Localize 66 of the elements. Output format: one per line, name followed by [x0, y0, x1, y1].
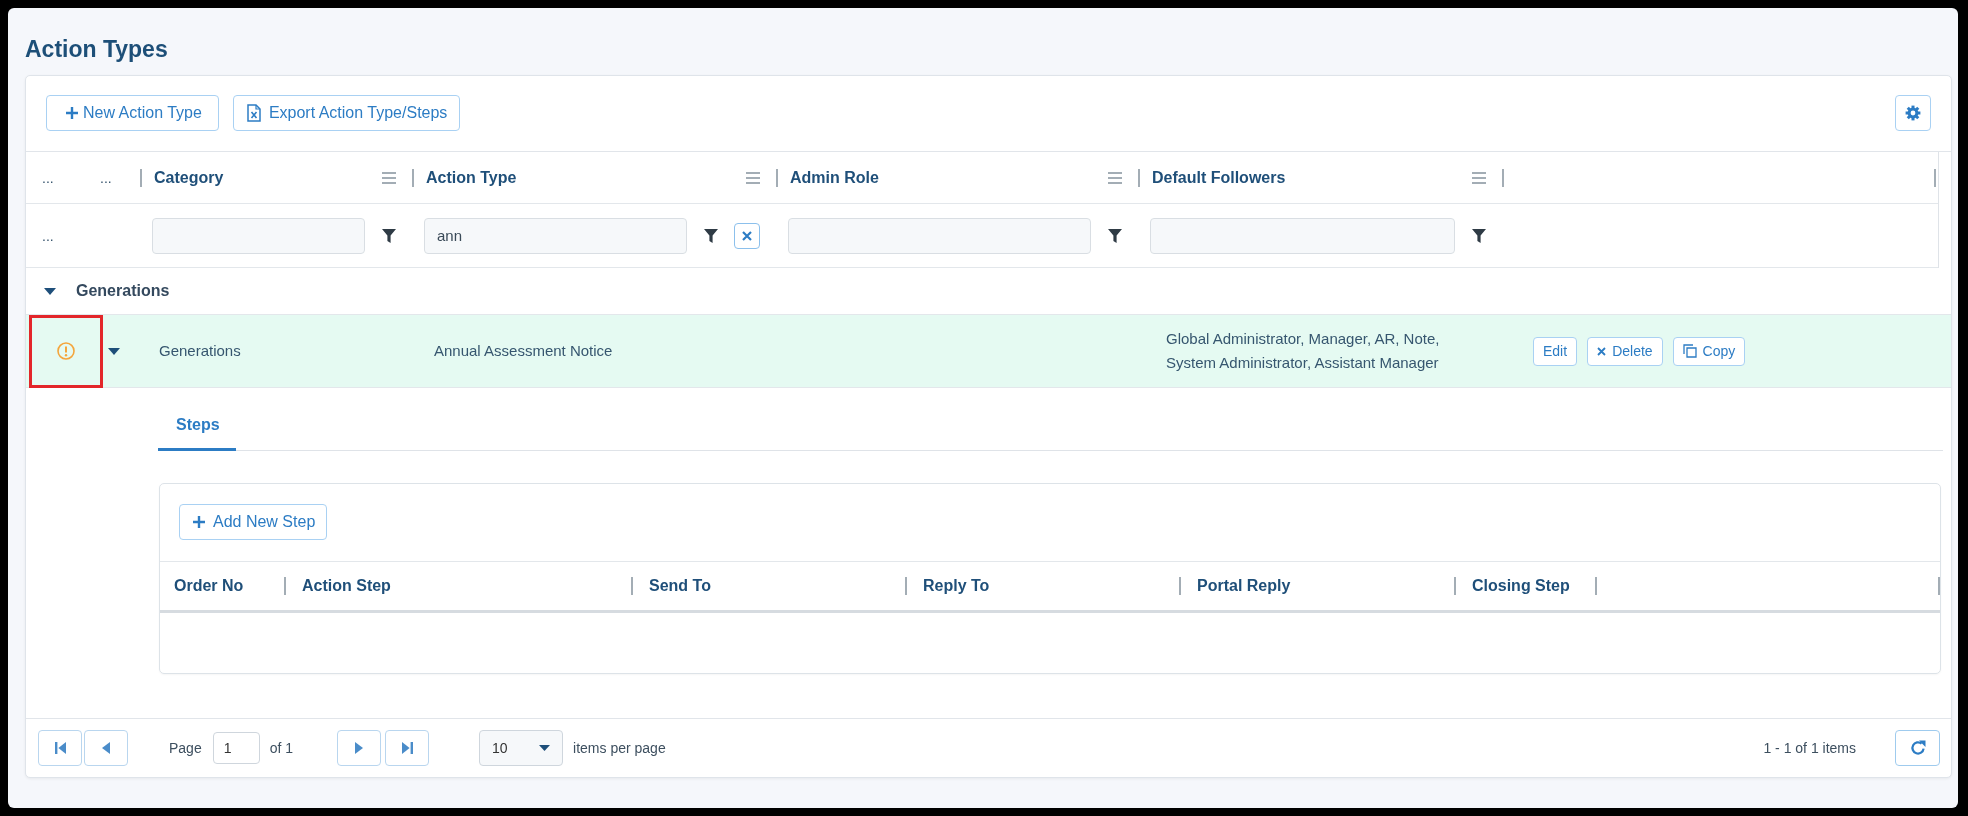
tab[interactable]: Steps — [158, 388, 236, 451]
export-button[interactable]: Export Action Type/Steps — [232, 95, 461, 131]
copy-icon — [1682, 344, 1697, 358]
menu-icon[interactable] — [382, 171, 396, 184]
caret-down-icon[interactable] — [108, 347, 120, 355]
last-page-icon — [401, 742, 413, 754]
filter-icon[interactable] — [1108, 228, 1122, 243]
first-page-icon — [54, 742, 66, 754]
column-header[interactable]: Action Type — [426, 168, 517, 187]
column-header[interactable]: Reply To — [923, 577, 990, 595]
delete-button[interactable]: Delete — [1587, 336, 1663, 366]
page-size-label: items per page — [573, 740, 666, 756]
filter-input[interactable] — [788, 217, 1091, 254]
filter-input[interactable]: ann — [424, 217, 687, 254]
filter-input[interactable] — [1150, 217, 1455, 254]
column-header[interactable]: Send To — [649, 577, 711, 595]
filter-icon[interactable] — [704, 228, 718, 243]
new-action-type-button[interactable]: New Action Type — [46, 95, 219, 131]
last-page-button[interactable] — [385, 730, 430, 766]
table-row[interactable]: Generations Annual Assessment Notice Global Administrator, Manager, AR, Note, System Administrator, Assistant Manager Edit Delete Copy — [26, 315, 1951, 388]
settings-icon — [1905, 105, 1921, 121]
copy-button[interactable]: Copy — [1672, 336, 1746, 366]
menu-icon[interactable] — [746, 171, 760, 184]
page-label: Page — [169, 740, 202, 756]
refresh-icon — [1909, 740, 1926, 756]
table-cell-text: Generations — [159, 341, 241, 361]
column-header[interactable]: Portal Reply — [1197, 577, 1291, 595]
column-header[interactable]: ... — [100, 169, 112, 186]
plus-icon — [66, 107, 78, 119]
group-label: Generations — [76, 282, 170, 300]
table-cell-text: Global Administrator, Manager, AR, Note, System Administrator, Assistant Manager — [1166, 329, 1441, 373]
page-size-dropdown[interactable]: 10 — [479, 730, 564, 766]
refresh-button[interactable] — [1895, 730, 1940, 766]
menu-icon[interactable] — [1472, 171, 1486, 184]
clear-filter-button[interactable] — [734, 222, 760, 249]
caret-down-icon[interactable] — [44, 287, 56, 295]
filter-icon[interactable] — [382, 228, 396, 243]
pager-info: 1 - 1 of 1 items — [1763, 740, 1856, 756]
table-cell-text: Annual Assessment Notice — [434, 341, 613, 361]
previous-page-icon — [102, 742, 110, 754]
filter-row-label: ... — [42, 227, 54, 244]
edit-button[interactable]: Edit — [1533, 336, 1578, 366]
close-icon — [1597, 346, 1607, 356]
column-header[interactable]: Default Followers — [1152, 168, 1286, 187]
document-icon — [246, 104, 261, 122]
next-page-button[interactable] — [337, 730, 382, 766]
page-count-label: of 1 — [269, 740, 294, 756]
first-page-button[interactable] — [38, 730, 82, 766]
settings-button[interactable] — [1895, 95, 1931, 131]
page-title: Action Types — [25, 35, 168, 64]
next-page-icon — [355, 742, 364, 754]
plus-icon — [193, 516, 205, 528]
filter-input[interactable] — [152, 217, 365, 254]
close-icon — [742, 230, 752, 241]
menu-icon[interactable] — [1108, 171, 1122, 184]
column-header[interactable]: Category — [154, 168, 224, 187]
previous-page-button[interactable] — [84, 730, 128, 766]
column-header[interactable]: Action Step — [302, 577, 391, 595]
filter-icon[interactable] — [1472, 228, 1486, 243]
add-step-button[interactable]: Add New Step — [179, 504, 328, 540]
column-header[interactable]: Closing Step — [1472, 577, 1570, 595]
caret-down-icon — [539, 745, 551, 751]
column-header[interactable]: Admin Role — [790, 168, 879, 187]
page-input[interactable]: 1 — [212, 732, 260, 764]
column-header[interactable]: ... — [42, 169, 54, 186]
column-header[interactable]: Order No — [174, 577, 244, 595]
